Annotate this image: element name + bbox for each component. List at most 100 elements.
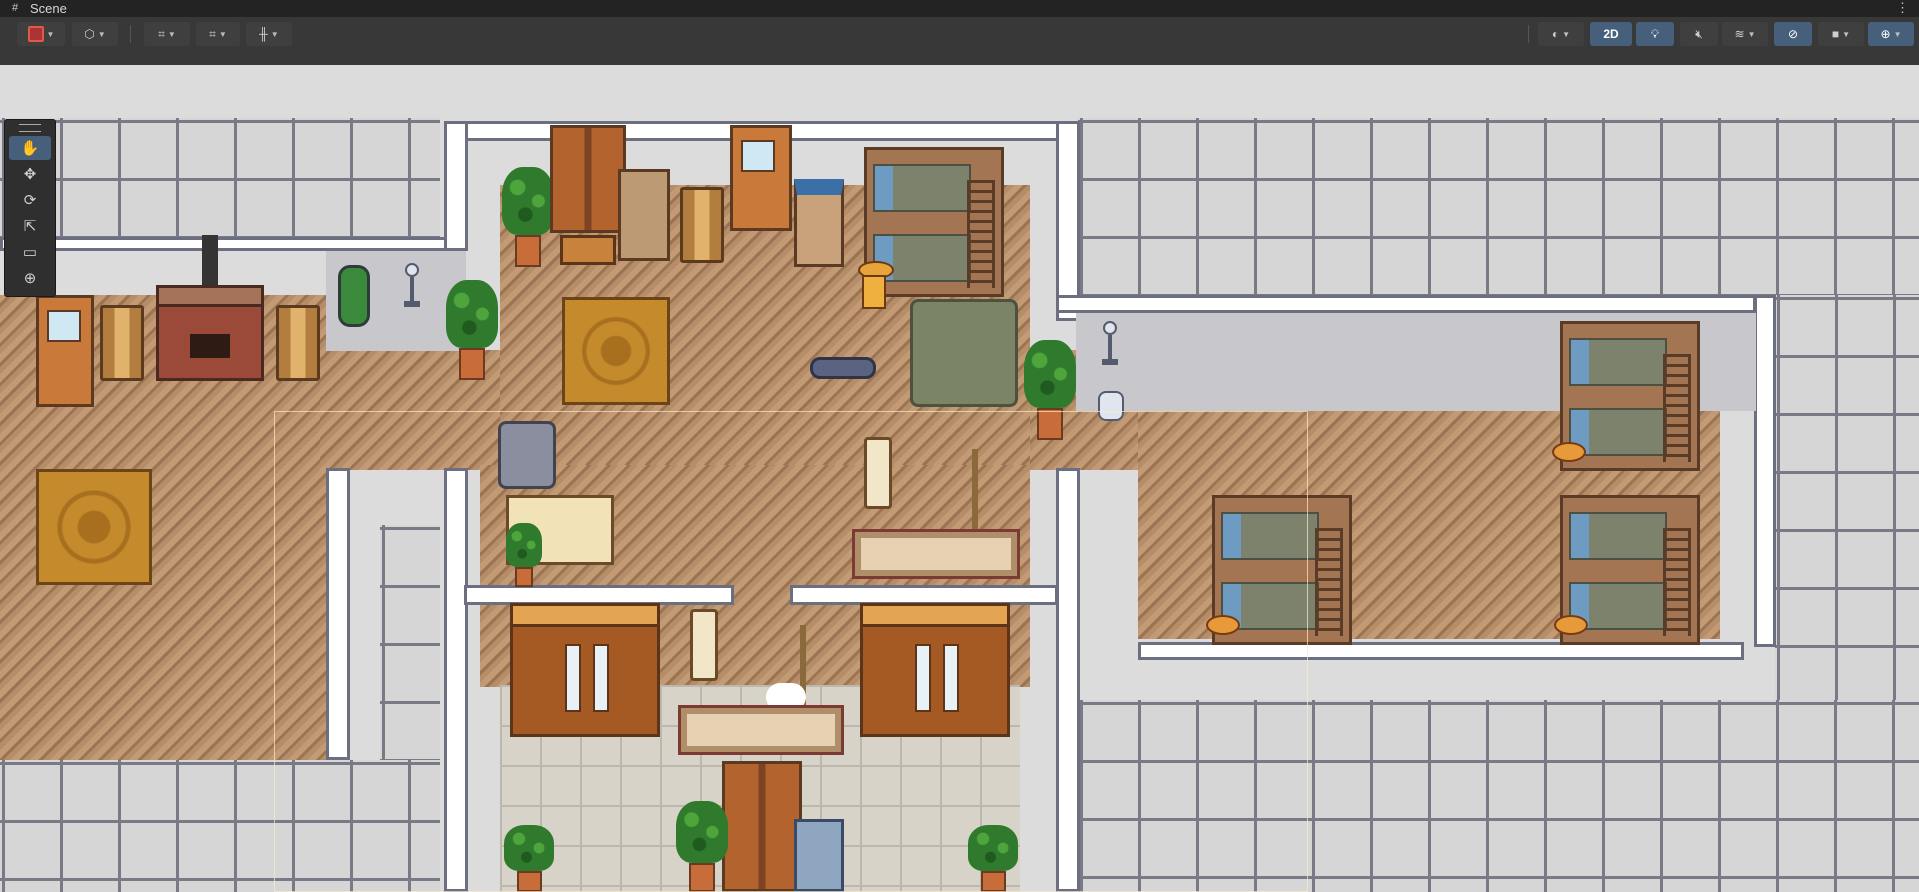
transform-tool[interactable]: ⊕ bbox=[9, 266, 51, 290]
square-rug bbox=[36, 469, 152, 585]
visibility-toggle[interactable]: ⊘ bbox=[1774, 22, 1812, 46]
increment-snap-dropdown[interactable]: ⌗ ▼ bbox=[196, 22, 240, 46]
door-top-room bbox=[730, 125, 792, 231]
skateboard bbox=[810, 357, 876, 379]
lighting-toggle[interactable]: 💡︎ bbox=[1636, 22, 1674, 46]
plant-pot bbox=[515, 235, 541, 267]
plant-leaves bbox=[1024, 340, 1076, 408]
wardrobe bbox=[860, 603, 1010, 737]
mattress-top bbox=[873, 164, 971, 212]
lamp-stem bbox=[410, 277, 414, 301]
plant-pot bbox=[515, 566, 533, 587]
audio-toggle[interactable]: 🔇︎ bbox=[1680, 22, 1718, 46]
fireplace bbox=[156, 285, 264, 381]
chevron-down-icon: ▼ bbox=[1893, 29, 1902, 39]
toolbar-divider bbox=[1528, 25, 1529, 43]
scene-tab-bar: # Scene ⋮ bbox=[0, 0, 1919, 17]
straw-hat bbox=[1554, 615, 1588, 635]
door-window bbox=[741, 140, 775, 172]
chair bbox=[276, 305, 320, 381]
grid-snap-dropdown[interactable]: ⌗ ▼ bbox=[144, 22, 190, 46]
rect-tool[interactable]: ▭ bbox=[9, 240, 51, 264]
potted-plant bbox=[504, 825, 554, 892]
wardrobe bbox=[510, 603, 660, 737]
green-lantern bbox=[338, 265, 370, 327]
bench bbox=[852, 529, 1020, 579]
camera-dropdown[interactable]: ■ ▼ bbox=[1818, 22, 1864, 46]
hand-tool[interactable]: ✋ bbox=[9, 136, 51, 160]
eye-slash-icon: ⊘ bbox=[1787, 27, 1799, 41]
plant-pot bbox=[980, 870, 1006, 892]
mattress-top bbox=[1221, 512, 1319, 560]
fireplace-mantle bbox=[156, 285, 264, 307]
chevron-down-icon: ▼ bbox=[1842, 29, 1851, 39]
effects-dropdown[interactable]: ≋ ▼ bbox=[1722, 22, 1768, 46]
camera-icon: ■ bbox=[1831, 27, 1840, 41]
mattress-top bbox=[1569, 338, 1667, 386]
cube-icon: ⬡ bbox=[84, 27, 95, 41]
wardrobe-mirror bbox=[565, 644, 581, 712]
lamp-foot bbox=[404, 301, 420, 307]
wall-tiles-bottom-left bbox=[0, 760, 440, 892]
kebab-menu-icon[interactable]: ⋮ bbox=[1896, 0, 1909, 16]
wall-tiles-top-right bbox=[1078, 118, 1919, 298]
potted-plant bbox=[446, 280, 498, 380]
ruler-dropdown[interactable]: ╫ ▼ bbox=[246, 22, 292, 46]
gizmo-render-dropdown[interactable]: ⬡ ▼ bbox=[72, 22, 118, 46]
panel-grip-icon[interactable] bbox=[19, 124, 41, 132]
kettle bbox=[1098, 391, 1124, 421]
wall-left-room-top bbox=[0, 237, 468, 251]
move-tool[interactable]: ✥ bbox=[9, 162, 51, 186]
rotate-tool[interactable]: ⟳ bbox=[9, 188, 51, 212]
ladder bbox=[1663, 528, 1691, 636]
speaker-mute-icon: 🔇︎ bbox=[1695, 26, 1703, 41]
bench-cushion bbox=[861, 538, 1011, 570]
standing-lamp bbox=[498, 421, 556, 489]
potted-plant bbox=[502, 167, 554, 267]
wall-center-top-right bbox=[790, 585, 1058, 605]
plant-pot bbox=[516, 870, 542, 892]
scene-tab-title[interactable]: Scene bbox=[30, 1, 67, 16]
lamp-bulb bbox=[405, 263, 419, 277]
straw-hat bbox=[1206, 615, 1240, 635]
wall-center-right bbox=[1056, 468, 1080, 892]
layers-icon: ≋ bbox=[1734, 27, 1745, 41]
shading-mode-dropdown[interactable]: ◐ ▼ bbox=[1538, 22, 1584, 46]
plant-leaves bbox=[504, 825, 554, 871]
ruler-icon: ╫ bbox=[259, 27, 268, 41]
scale-tool[interactable]: ⇱ bbox=[9, 214, 51, 238]
mode-2d-toggle[interactable]: 2D bbox=[1590, 22, 1632, 46]
character-body bbox=[862, 275, 886, 309]
plant-pot bbox=[689, 862, 715, 892]
rect-transform-icon: ▭ bbox=[22, 244, 38, 261]
wall-tiles-left-inner bbox=[380, 525, 440, 760]
toolbar-divider bbox=[130, 25, 131, 43]
potted-plant bbox=[1024, 340, 1076, 440]
chevron-down-icon: ▼ bbox=[167, 29, 176, 39]
ladder bbox=[1663, 354, 1691, 462]
wall-right-room-right bbox=[1754, 295, 1776, 647]
grandfather-clock bbox=[690, 609, 718, 681]
bench bbox=[678, 705, 844, 755]
ladder bbox=[967, 180, 995, 288]
plant-leaves bbox=[968, 825, 1018, 871]
shading-sphere-icon: ◐ bbox=[1551, 27, 1560, 41]
scene-viewport[interactable]: ✋ ✥ ⟳ ⇱ ▭ ⊕ bbox=[0, 65, 1919, 892]
wardrobe-mirror bbox=[943, 644, 959, 712]
potted-plant bbox=[506, 523, 542, 587]
wall-tiles-top-left bbox=[0, 118, 440, 246]
plant-pot bbox=[459, 348, 485, 380]
wall-center-left bbox=[444, 468, 468, 892]
wall-lamp bbox=[402, 263, 422, 313]
gizmos-dropdown[interactable]: ⊕ ▼ bbox=[1868, 22, 1914, 46]
wardrobe-top bbox=[510, 603, 660, 627]
lightbulb-icon: 💡︎ bbox=[1650, 26, 1660, 41]
plant-leaves bbox=[506, 523, 542, 567]
wall-right-room-top bbox=[1056, 295, 1756, 313]
chair bbox=[680, 187, 724, 263]
player-character bbox=[852, 261, 896, 311]
chevron-down-icon: ▼ bbox=[46, 29, 55, 39]
chevron-down-icon: ▼ bbox=[97, 29, 106, 39]
draw-mode-dropdown[interactable]: ▼ bbox=[17, 22, 65, 46]
move-arrows-icon: ✥ bbox=[23, 166, 37, 183]
